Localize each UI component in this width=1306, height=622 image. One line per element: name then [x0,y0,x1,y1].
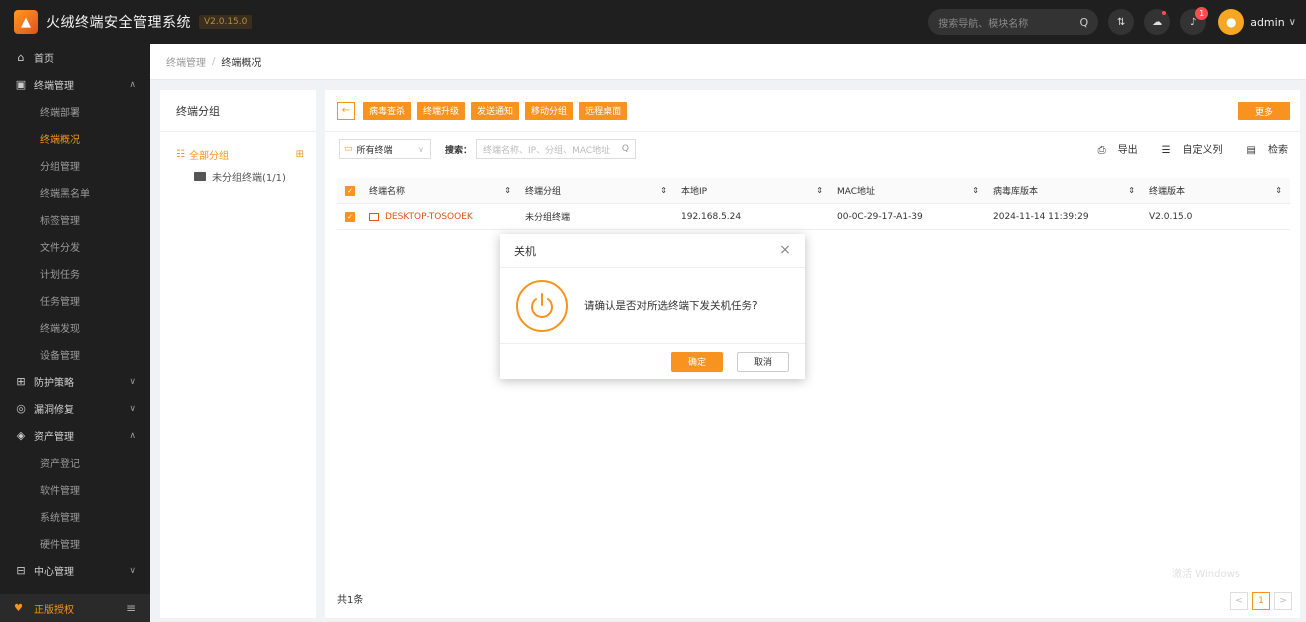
sidebar-item-19[interactable]: ⊟ 中心管理 ∨ [0,557,150,584]
nav-icon: ▣ [15,78,27,91]
sidebar-item-4[interactable]: 分组管理 [0,152,150,179]
sidebar-item-label: 任务管理 [40,297,80,308]
sidebar-item-7[interactable]: 文件分发 [0,233,150,260]
sidebar-nav: ⌂ 首页 ▣ 终端管理 ∧ 终端部署终端概况分组管理终端黑名单标签管理文件分发计划任务任务… [0,44,150,584]
sidebar-item-13[interactable]: ◎ 漏洞修复 ∨ [0,395,150,422]
nav-icon: ⌂ [17,51,25,64]
version-badge: V2.0.15.0 [199,15,253,29]
sidebar-item-label: 标签管理 [40,216,80,227]
sidebar-item-10[interactable]: 终端发现 [0,314,150,341]
dialog-header: 关机 × [500,234,805,268]
sidebar-item-label: 文件分发 [40,243,80,254]
avatar[interactable]: ● [1218,9,1245,35]
sidebar-item-6[interactable]: 标签管理 [0,206,150,233]
sidebar-item-15[interactable]: 资产登记 [0,449,150,476]
sidebar-item-label: 硬件管理 [40,540,80,551]
chevron-icon: ∨ [129,565,136,576]
dialog-footer: 确定 取消 [500,344,805,379]
sidebar-item-label: 中心管理 [34,567,74,578]
bell-glyph: ♪ [1190,16,1197,28]
sidebar-item-label: 防护策略 [34,378,74,389]
cloud-badge-dot [1162,11,1167,15]
app-title: 火绒终端安全管理系统 [46,15,191,31]
breadcrumb-separator: / [212,56,216,67]
sidebar-item-8[interactable]: 计划任务 [0,260,150,287]
sidebar-item-label: 资产管理 [34,432,74,443]
nav-icon: ⊟ [16,564,26,577]
sidebar-item-label: 终端黑名单 [40,189,90,200]
sidebar-item-1[interactable]: ▣ 终端管理 ∧ [0,71,150,98]
chevron-icon: ∧ [129,79,136,90]
confirm-button[interactable]: 确定 [671,351,723,372]
heart-icon: ♥ [14,602,23,614]
sidebar-item-12[interactable]: ⊞ 防护策略 ∨ [0,368,150,395]
sort-icon[interactable]: ⇅ [1108,9,1135,35]
menu-icon[interactable]: ≡ [126,601,136,615]
dialog-title: 关机 [514,244,536,258]
nav-search-placeholder: 搜索导航、模块名称 [938,18,1029,30]
bell-icon[interactable]: ♪ 1 [1180,7,1209,35]
sidebar-item-9[interactable]: 任务管理 [0,287,150,314]
nav-icon: ◈ [16,429,26,442]
sidebar-item-18[interactable]: 硬件管理 [0,530,150,557]
sidebar-item-label: 终端部署 [40,108,80,119]
breadcrumb-current: 终端概况 [221,58,262,69]
dialog-body: 请确认是否对所选终端下发关机任务? [500,268,805,344]
breadcrumb: 终端管理 / 终端概况 [150,44,1306,80]
sidebar-item-label: 首页 [34,54,54,65]
close-icon[interactable]: × [777,242,793,258]
license-button[interactable]: ♥ 正版授权 ≡ [0,594,150,622]
sidebar-item-17[interactable]: 系统管理 [0,503,150,530]
sidebar-item-label: 终端管理 [34,81,74,92]
chevron-down-icon[interactable]: ∨ [1289,17,1296,28]
sidebar-item-label: 终端概况 [40,135,80,146]
sidebar-item-label: 计划任务 [40,270,80,281]
dialog-message: 请确认是否对所选终端下发关机任务? [584,300,758,312]
license-label: 正版授权 [34,604,74,616]
sidebar-item-11[interactable]: 设备管理 [0,341,150,368]
flame-logo-icon: ▲ [14,10,38,34]
sidebar-item-3[interactable]: 终端概况 [0,125,150,152]
cloud-icon[interactable]: ☁ [1144,9,1171,35]
username[interactable]: admin [1250,16,1284,29]
chevron-icon: ∧ [129,430,136,441]
sidebar-item-2[interactable]: 终端部署 [0,98,150,125]
chevron-icon: ∨ [129,403,136,414]
nav-icon: ⊞ [16,375,26,388]
sidebar-item-label: 终端发现 [40,324,80,335]
power-icon-svg [531,292,553,318]
nav-search-input[interactable]: 搜索导航、模块名称 Q [928,9,1099,35]
sidebar: ⌂ 首页 ▣ 终端管理 ∧ 终端部署终端概况分组管理终端黑名单标签管理文件分发计划任务任务… [0,44,150,622]
sidebar-item-label: 分组管理 [40,162,80,173]
sidebar-item-label: 设备管理 [40,351,80,362]
sidebar-item-label: 漏洞修复 [34,405,74,416]
chevron-icon: ∨ [129,376,136,387]
power-icon [516,279,568,332]
sidebar-item-14[interactable]: ◈ 资产管理 ∧ [0,422,150,449]
cloud-glyph: ☁ [1152,16,1163,28]
sidebar-item-5[interactable]: 终端黑名单 [0,179,150,206]
breadcrumb-parent[interactable]: 终端管理 [166,54,206,69]
sidebar-item-0[interactable]: ⌂ 首页 [0,44,150,71]
top-bar: ▲ 火绒终端安全管理系统 V2.0.15.0 搜索导航、模块名称 Q ⇅ ☁ ♪… [0,0,1306,44]
notification-badge: 1 [1195,7,1209,20]
search-icon[interactable]: Q [1080,16,1089,29]
shutdown-dialog: 关机 × 请确认是否对所选终端下发关机任务? 确定 取消 [500,234,805,379]
sidebar-item-label: 系统管理 [40,513,80,524]
sidebar-item-label: 软件管理 [40,486,80,497]
top-right-tools: 搜索导航、模块名称 Q ⇅ ☁ ♪ 1 ● admin ∨ [928,0,1296,44]
cancel-button[interactable]: 取消 [737,351,789,372]
sidebar-item-label: 资产登记 [40,459,80,470]
sidebar-item-16[interactable]: 软件管理 [0,476,150,503]
nav-icon: ◎ [16,402,26,415]
